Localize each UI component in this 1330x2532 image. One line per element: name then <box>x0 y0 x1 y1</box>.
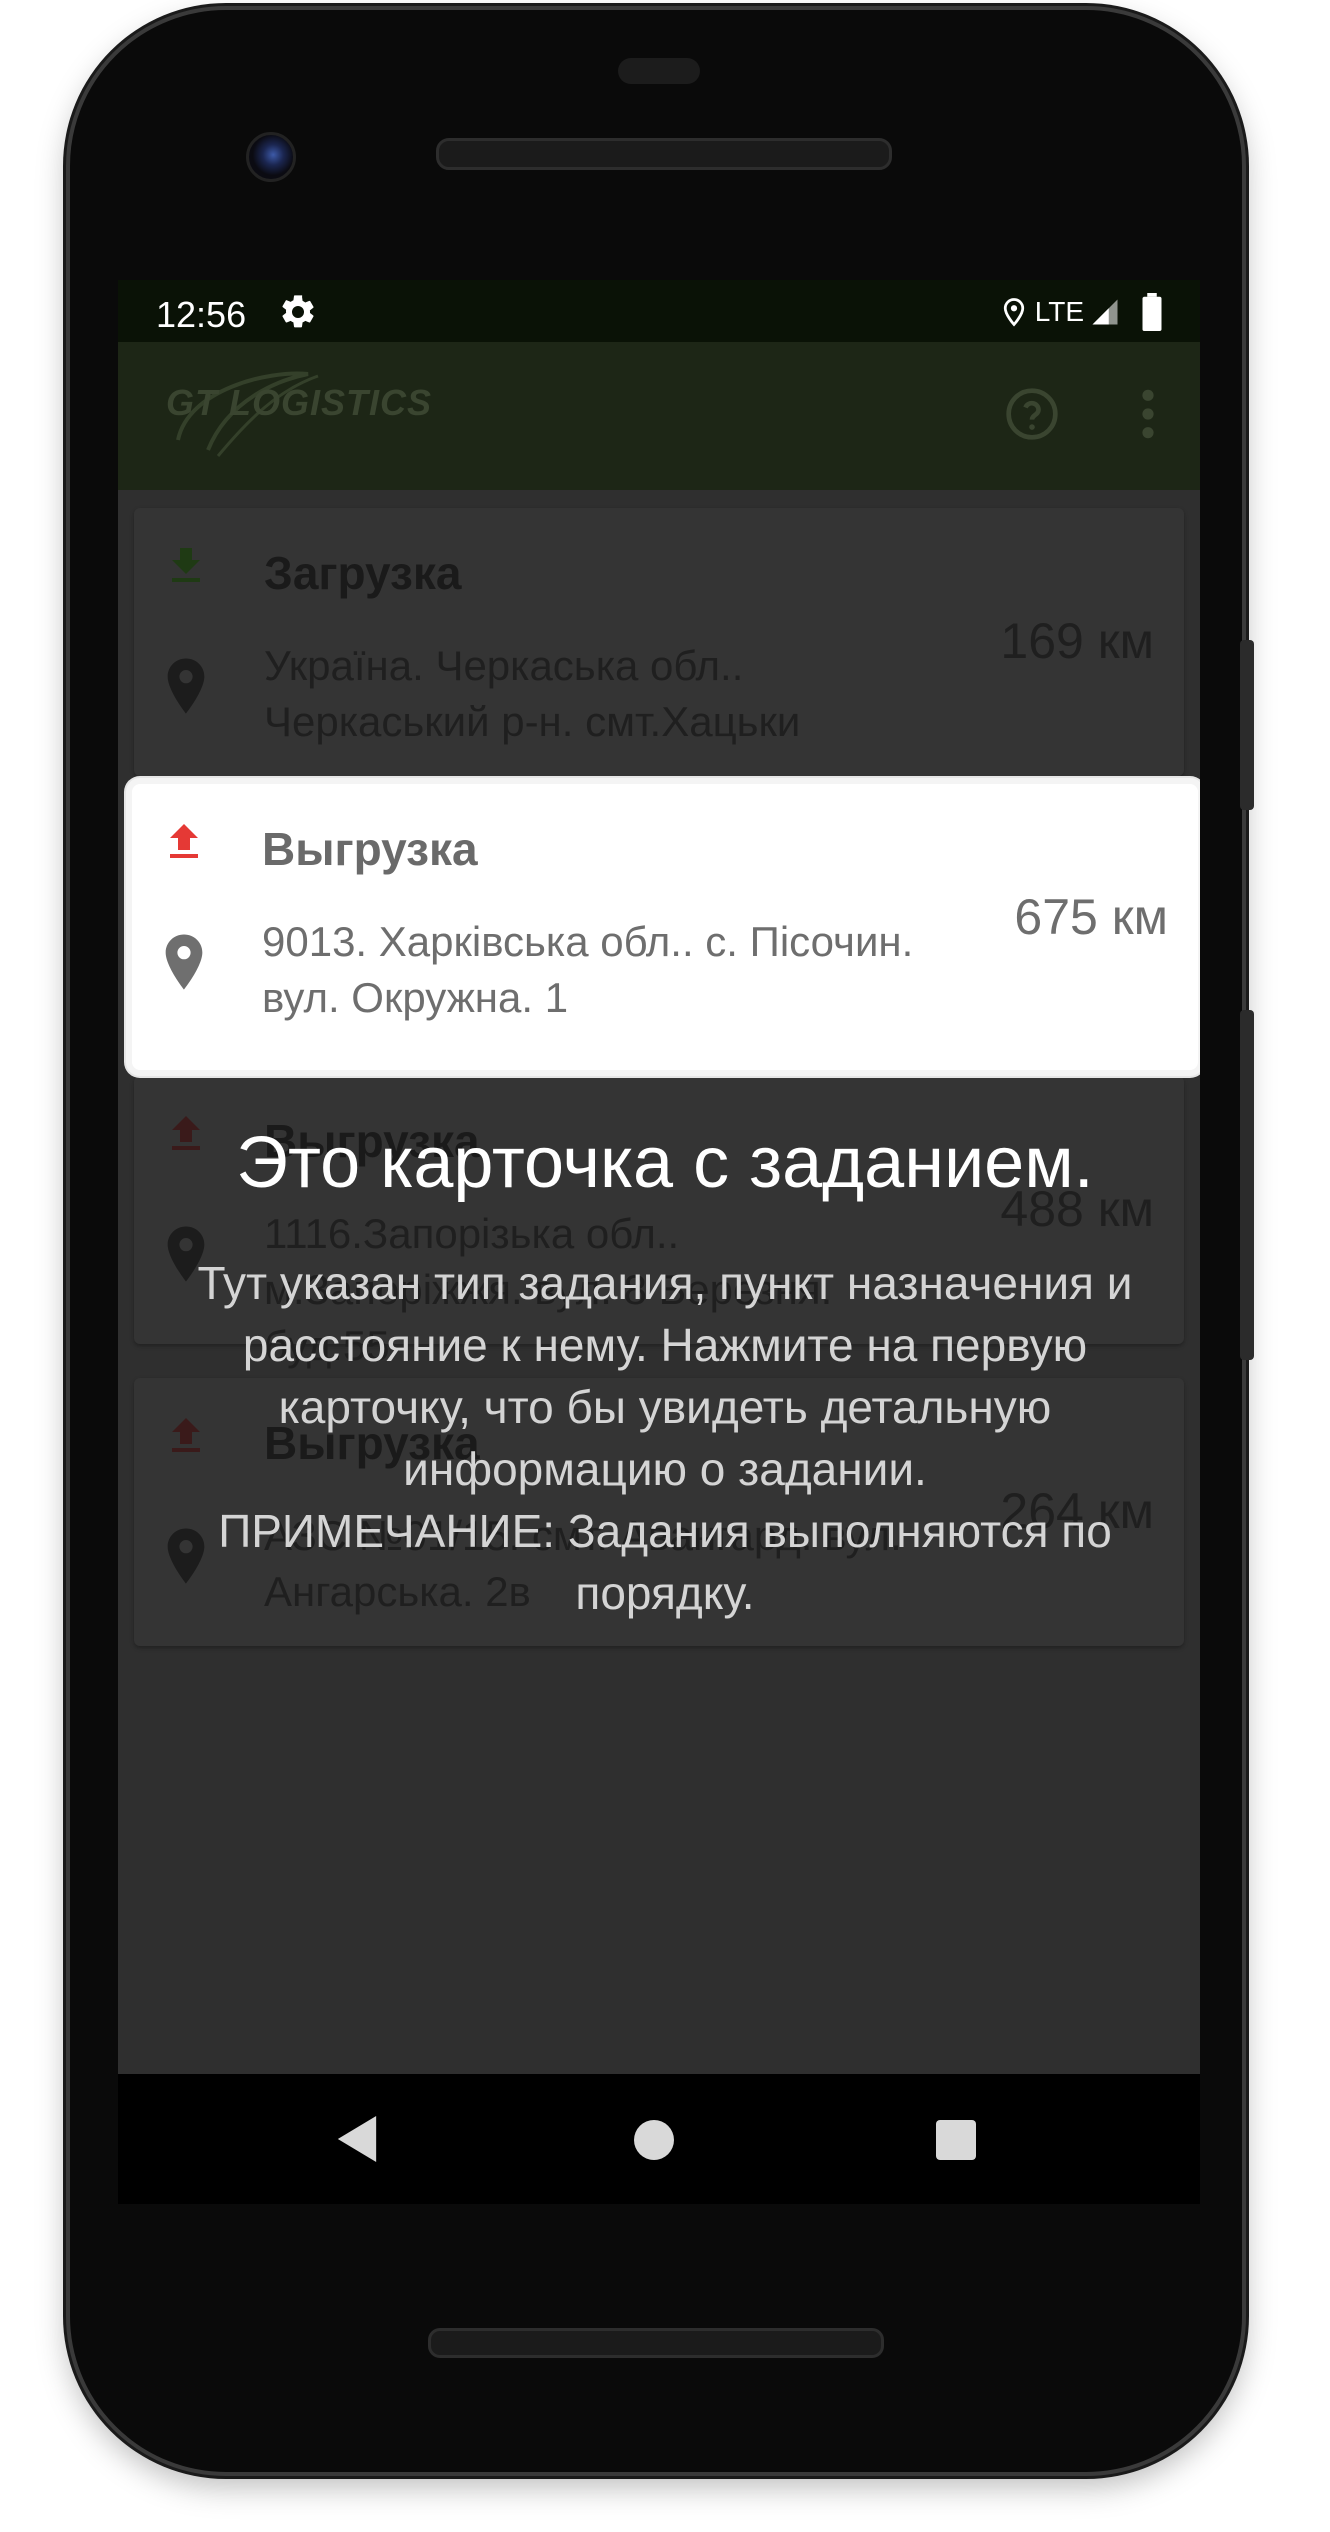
help-icon[interactable] <box>1004 386 1060 442</box>
recents-icon[interactable] <box>936 2120 976 2160</box>
task-card[interactable]: Загрузка Україна. Черкаська обл.. Черкас… <box>134 508 1184 776</box>
signal-icon <box>1092 299 1118 325</box>
location-pin-icon <box>165 934 203 990</box>
network-type: LTE <box>1034 296 1084 327</box>
top-speaker <box>436 138 892 170</box>
status-bar: 12:56 LTE <box>118 280 1200 342</box>
home-icon[interactable] <box>634 2120 674 2160</box>
location-pin-icon <box>167 658 205 714</box>
task-distance: 675 км <box>1014 889 1168 945</box>
task-card-highlighted[interactable]: Выгрузка 9013. Харківська обл.. с. Пісоч… <box>126 778 1200 1076</box>
gear-icon <box>282 295 314 328</box>
back-icon[interactable] <box>334 2114 380 2164</box>
task-type: Загрузка <box>264 547 462 599</box>
task-address: Україна. Черкаська обл.. Черкаський р-н.… <box>264 642 801 745</box>
location-icon <box>1003 298 1024 327</box>
bottom-speaker <box>428 2328 884 2358</box>
task-address: 9013. Харківська обл.. с. Пісочин. вул. … <box>262 918 914 1021</box>
logo-text: GT LOGISTICS <box>166 382 433 423</box>
front-camera <box>246 132 296 182</box>
status-icons: LTE <box>999 292 1164 332</box>
task-distance: 169 км <box>1000 613 1154 669</box>
status-time: 12:56 <box>156 294 247 335</box>
earpiece <box>618 58 700 84</box>
tutorial-body: Тут указан тип задания, пункт назначения… <box>180 1252 1150 1624</box>
app-bar: GT LOGISTICS <box>118 342 1200 490</box>
tutorial-title: Это карточка с заданием. <box>236 1123 1094 1203</box>
more-vert-icon[interactable] <box>1136 386 1160 442</box>
tutorial-note: ПРИМЕЧАНИЕ: Задания выполняются по поряд… <box>218 1505 1112 1619</box>
upload-icon <box>170 824 198 858</box>
tutorial-description: Тут указан тип задания, пункт назначения… <box>197 1257 1133 1495</box>
task-type: Выгрузка <box>262 823 478 875</box>
download-icon <box>172 548 200 582</box>
power-button <box>1240 640 1254 810</box>
battery-icon <box>1142 293 1162 331</box>
navigation-bar <box>118 2074 1200 2204</box>
